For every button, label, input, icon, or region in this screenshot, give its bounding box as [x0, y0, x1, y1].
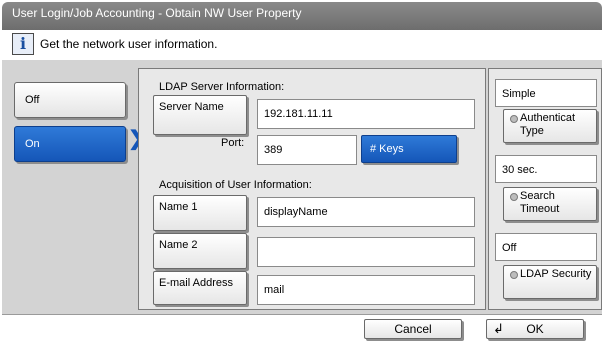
- main-area: Off On ❯❯ LDAP Server Information: Serve…: [2, 60, 602, 314]
- email-value: mail: [264, 284, 285, 296]
- info-icon: i: [12, 33, 34, 55]
- auth-type-value: Simple: [495, 79, 597, 107]
- ldap-security-button-label: LDAP Security: [520, 268, 592, 280]
- email-label: E-mail Address: [159, 277, 233, 289]
- window-title: User Login/Job Accounting - Obtain NW Us…: [12, 6, 302, 20]
- server-name-value: 192.181.11.11: [264, 108, 333, 120]
- ldap-security-value-text: Off: [502, 242, 517, 254]
- email-button[interactable]: E-mail Address: [153, 271, 247, 305]
- server-name-button[interactable]: Server Name: [153, 95, 247, 135]
- search-timeout-value-text: 30 sec.: [502, 164, 538, 176]
- on-button[interactable]: On: [14, 126, 126, 162]
- server-name-label: Server Name: [159, 101, 224, 113]
- ldap-security-value: Off: [495, 233, 597, 261]
- ok-button[interactable]: ↲ OK: [486, 319, 584, 339]
- search-timeout-button-label: Search Timeout: [520, 190, 560, 215]
- cancel-button-label: Cancel: [394, 322, 432, 336]
- ok-button-label: OK: [526, 322, 544, 336]
- keys-button[interactable]: # Keys: [361, 135, 457, 163]
- name1-field[interactable]: displayName: [257, 197, 475, 227]
- keys-button-label: # Keys: [370, 143, 404, 155]
- port-label: Port:: [221, 137, 245, 149]
- dialog-window: User Login/Job Accounting - Obtain NW Us…: [0, 0, 604, 346]
- name1-label: Name 1: [159, 201, 198, 213]
- radio-dot-icon: [510, 115, 518, 123]
- off-button[interactable]: Off: [14, 82, 126, 118]
- footer-bar: Cancel ↲ OK: [2, 314, 602, 345]
- auth-type-value-text: Simple: [502, 88, 536, 100]
- auth-type-button-label: Authenticat Type: [520, 112, 576, 137]
- enter-icon: ↲: [493, 321, 504, 336]
- ldap-settings-panel: LDAP Server Information: Server Name 192…: [138, 68, 486, 310]
- settings-panel: Simple Authenticat Type 30 sec. Search T…: [488, 68, 602, 310]
- name1-value: displayName: [264, 206, 328, 218]
- ldap-security-button[interactable]: LDAP Security: [503, 265, 597, 299]
- name2-button[interactable]: Name 2: [153, 233, 247, 269]
- off-button-label: Off: [25, 94, 40, 106]
- radio-dot-icon: [510, 271, 518, 279]
- radio-dot-icon: [510, 193, 518, 201]
- name2-label: Name 2: [159, 239, 198, 251]
- port-field[interactable]: 389: [257, 135, 357, 165]
- search-timeout-button[interactable]: Search Timeout: [503, 187, 597, 221]
- acquisition-section-label: Acquisition of User Information:: [159, 179, 312, 191]
- auth-type-button[interactable]: Authenticat Type: [503, 109, 597, 143]
- cancel-button[interactable]: Cancel: [364, 319, 462, 339]
- name2-field[interactable]: [257, 237, 475, 267]
- ldap-server-section-label: LDAP Server Information:: [159, 81, 285, 93]
- search-timeout-value: 30 sec.: [495, 155, 597, 183]
- info-message: Get the network user information.: [40, 37, 218, 51]
- server-name-field[interactable]: 192.181.11.11: [257, 99, 475, 129]
- port-value: 389: [264, 144, 283, 156]
- email-field[interactable]: mail: [257, 275, 475, 305]
- info-bar: i Get the network user information.: [2, 30, 602, 61]
- name1-button[interactable]: Name 1: [153, 195, 247, 231]
- title-bar: User Login/Job Accounting - Obtain NW Us…: [2, 2, 602, 32]
- on-button-label: On: [25, 138, 40, 150]
